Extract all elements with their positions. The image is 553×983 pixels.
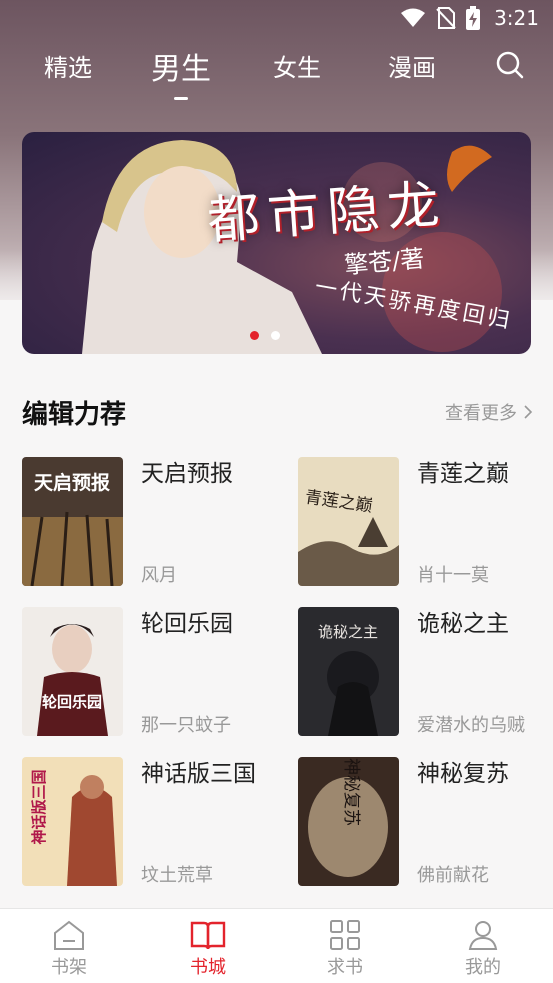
book-cover: 神话版三国 [22,757,123,886]
open-book-icon [190,921,226,950]
nav-bookstore-label: 书城 [190,957,226,978]
bottom-navigation: 书架 书城 求书 我的 [0,908,553,983]
book-cover: 神秘复苏 [298,757,399,886]
banner-pagination [250,331,280,340]
book-author: 坟土荒草 [141,865,213,886]
grid-icon [330,920,360,950]
cover-title: 神秘复苏 [341,758,361,826]
top-tabs: 精选 男生 女生 漫画 [0,40,553,100]
nav-request[interactable]: 求书 [305,919,385,979]
bookshelf-icon [54,920,84,950]
nav-bookstore[interactable]: 书城 [168,919,248,979]
book-author: 爱潜水的乌贼 [417,715,525,736]
status-time: 3:21 [494,6,539,30]
book-title: 神话版三国 [141,761,256,787]
tab-comics[interactable]: 漫画 [388,48,436,83]
status-bar: 3:21 [0,0,553,36]
book-cover: 诡秘之主 [298,607,399,736]
promo-banner[interactable]: 都市隐龙 擎苍/著 一代天骄再度回归 [22,132,531,354]
no-sim-icon [436,7,456,29]
book-card[interactable]: 神话版三国 神话版三国 坟土荒草 [22,757,262,887]
editor-picks-header: 编辑力荐 查看更多 [22,392,533,432]
section-title: 编辑力荐 [22,399,127,430]
see-more-label: 查看更多 [445,403,517,424]
book-author: 肖十一莫 [417,565,489,586]
book-title: 诡秘之主 [417,611,509,637]
book-card[interactable]: 轮回乐园 轮回乐园 那一只蚊子 [22,607,262,737]
book-cover: 轮回乐园 [22,607,123,736]
nav-request-label: 求书 [327,957,363,978]
cover-title: 诡秘之主 [318,623,378,641]
nav-profile-label: 我的 [465,957,501,978]
cover-title: 天启预报 [34,471,110,494]
chevron-right-icon [524,405,533,419]
tab-male-label: 男生 [151,52,211,87]
battery-charging-icon [466,6,481,30]
tab-male[interactable]: 男生 [151,44,211,100]
book-author: 佛前献花 [417,865,489,886]
search-button[interactable] [495,50,525,80]
book-card[interactable]: 诡秘之主 诡秘之主 爱潜水的乌贼 [298,607,538,737]
nav-profile[interactable]: 我的 [443,919,523,979]
tab-active-indicator [174,97,188,100]
book-title: 神秘复苏 [417,761,509,787]
banner-dot-1[interactable] [250,331,259,340]
tab-featured[interactable]: 精选 [44,48,92,83]
book-card[interactable]: 青莲之巅 青莲之巅 肖十一莫 [298,457,538,587]
book-title: 天启预报 [141,461,233,487]
book-author: 风月 [141,565,177,586]
search-icon [496,51,524,79]
cover-title: 神话版三国 [30,769,48,844]
wifi-icon [401,8,426,27]
person-icon [468,921,498,950]
book-card[interactable]: 神秘复苏 神秘复苏 佛前献花 [298,757,538,887]
book-card[interactable]: 天启预报 天启预报 风月 [22,457,262,587]
tab-female[interactable]: 女生 [273,48,321,83]
see-more-link[interactable]: 查看更多 [445,399,533,425]
nav-bookshelf-label: 书架 [51,957,87,978]
book-cover: 青莲之巅 [298,457,399,586]
cover-title: 轮回乐园 [42,693,102,711]
banner-dot-2[interactable] [271,331,280,340]
book-cover: 天启预报 [22,457,123,586]
book-title: 轮回乐园 [141,611,233,637]
book-title: 青莲之巅 [417,461,509,487]
book-author: 那一只蚊子 [141,715,231,736]
nav-bookshelf[interactable]: 书架 [29,919,109,979]
banner-author: 擎苍/著 [343,244,426,280]
